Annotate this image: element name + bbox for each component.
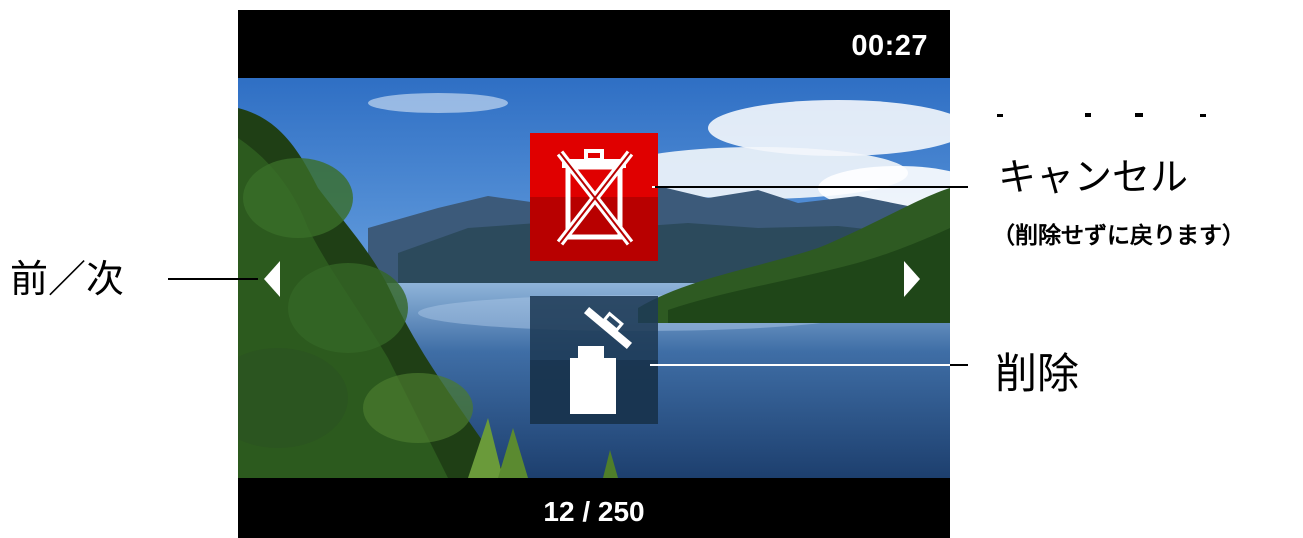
prev-next-callout-label: 前／次 xyxy=(10,257,125,301)
timer-display: 00:27 xyxy=(851,30,928,62)
image-counter: 12 / 250 xyxy=(543,496,645,527)
cancel-button[interactable] xyxy=(530,133,658,261)
trash-open-icon xyxy=(530,296,658,424)
cancel-callout-label: キャンセル xyxy=(998,155,1189,199)
bottom-status-bar: 12 / 250 xyxy=(238,478,950,538)
delete-callout-line-inner xyxy=(650,364,950,366)
delete-button[interactable] xyxy=(530,296,658,424)
cancel-callout-sublabel: （削除せずに戻ります） xyxy=(992,223,1245,249)
delete-callout-label: 削除 xyxy=(995,349,1080,398)
camera-screen: 00:27 12 / 250 xyxy=(238,10,950,538)
top-status-bar: 00:27 xyxy=(238,10,950,78)
trash-crossed-icon xyxy=(530,133,658,261)
previous-arrow-button[interactable] xyxy=(262,259,282,299)
delete-callout-line xyxy=(950,364,968,366)
decorative-ticks xyxy=(997,113,1206,117)
next-arrow-button[interactable] xyxy=(902,259,922,299)
cancel-callout-line xyxy=(655,186,968,188)
prevnext-callout-line xyxy=(168,278,258,280)
triangle-right-icon xyxy=(904,261,920,297)
triangle-left-icon xyxy=(264,261,280,297)
